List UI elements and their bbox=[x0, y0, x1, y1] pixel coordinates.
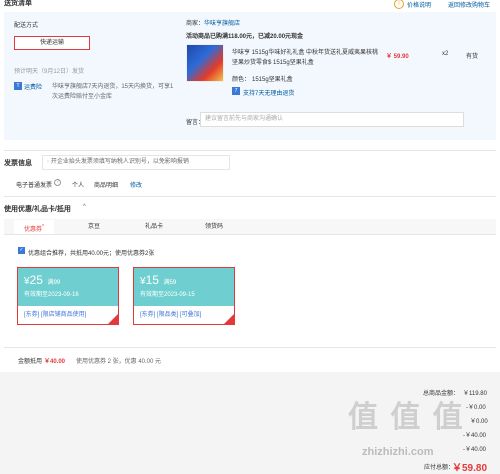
delivery-method-button[interactable]: 快递运输 bbox=[14, 36, 90, 50]
delivery-panel bbox=[4, 12, 180, 140]
color-label: 颜色： bbox=[232, 77, 251, 83]
product-price: ￥ 59.90 bbox=[386, 54, 409, 60]
divider bbox=[4, 196, 496, 197]
section-title-invoice: 发票信息 bbox=[4, 160, 32, 167]
tab-redeem-code[interactable]: 领货码 bbox=[194, 220, 234, 234]
tab-jingdou[interactable]: 京豆 bbox=[74, 220, 114, 234]
coupon-header: ¥25 满99 有效期至2023-09-16 bbox=[18, 268, 118, 306]
price-note-link[interactable]: 价格说明 bbox=[407, 0, 431, 9]
delivery-label: 配送方式 bbox=[14, 23, 39, 29]
order-note-input[interactable]: 建议留言前先与商家沟通确认 bbox=[200, 112, 464, 127]
combo-text: 优惠组合推荐，共抵用40.00元；使用优惠券2张 bbox=[28, 251, 155, 257]
combo-checkbox[interactable]: ✓ bbox=[18, 247, 25, 254]
used-amount-value: ￥40.00 bbox=[44, 359, 66, 365]
product-qty: x2 bbox=[442, 51, 449, 57]
product-name-link[interactable]: 华味亨 1515g华味好礼礼盒 中秋年货送礼夏威夷果核桃坚果炒货零食$ 1515… bbox=[232, 48, 380, 68]
invoice-personal: 个人 bbox=[72, 183, 85, 189]
stock-status: 有货 bbox=[466, 54, 479, 60]
tab-badge: * bbox=[42, 224, 44, 230]
bulb-icon: ◦ bbox=[47, 159, 50, 165]
shield-icon: T bbox=[14, 82, 22, 90]
help-icon[interactable]: ? bbox=[54, 179, 61, 186]
tab-coupon[interactable]: 优惠券* bbox=[14, 220, 54, 234]
coupon-validity: 有效期至2023-09-16 bbox=[24, 292, 79, 298]
return-support-icon: 7 bbox=[232, 87, 240, 95]
summary-line: -￥40.00 bbox=[463, 433, 487, 439]
freight-insurance-badge: 运费险 bbox=[24, 85, 43, 91]
seller-label: 商家： bbox=[186, 21, 205, 27]
section-title-coupons: 使用优惠/礼品卡/抵用 bbox=[4, 206, 71, 213]
pay-value: ￥59.80 bbox=[452, 463, 488, 474]
delivery-date: 预计明天（9月12日）发货 bbox=[14, 69, 85, 75]
info-icon: ! bbox=[394, 0, 404, 9]
summary-line: ￥0.00 bbox=[470, 419, 488, 425]
watermark-url: zhizhizhi.com bbox=[362, 446, 434, 458]
divider bbox=[4, 347, 496, 348]
pay-label: 应付总额： bbox=[424, 465, 455, 471]
tab-gift-card[interactable]: 礼品卡 bbox=[134, 220, 174, 234]
coupon-amount: 25 bbox=[29, 273, 43, 287]
selected-corner-icon bbox=[224, 314, 234, 324]
back-to-cart-link[interactable]: 返回修改购物车 bbox=[448, 0, 490, 9]
summary-line: -￥40.00 bbox=[463, 447, 487, 453]
invoice-edit-link[interactable]: 修改 bbox=[130, 180, 142, 189]
coupon-amount: 15 bbox=[145, 273, 159, 287]
section-title-delivery: 送货清单 bbox=[4, 0, 32, 7]
coupon-validity: 有效期至2023-09-15 bbox=[140, 292, 195, 298]
order-page: 送货清单 ! 价格说明 返回修改购物车 配送方式 快递运输 预计明天（9月12日… bbox=[0, 0, 500, 474]
used-amount-label: 金额抵用 bbox=[18, 359, 43, 365]
coupon-card[interactable]: ¥15 满59 有效期至2023-09-15 [东券] [限品类] [可叠加] bbox=[133, 267, 235, 325]
coupon-tags: [东券] [限品类] [可叠加] bbox=[140, 312, 202, 318]
product-image[interactable] bbox=[186, 44, 224, 82]
coupon-card[interactable]: ¥25 满99 有效期至2023-09-16 [东券] [限店铺商品使用] bbox=[17, 267, 119, 325]
divider bbox=[4, 150, 496, 151]
collapse-icon[interactable]: ^ bbox=[83, 204, 86, 210]
return-policy-text: 华味亨旗舰店7天内退货，15天内换货，可享1次运费险赔付至小金库 bbox=[52, 84, 174, 100]
invoice-tip-box: ◦ 开企业抬头发票须填写纳税人识别号，以免影响报销 bbox=[42, 155, 230, 170]
color-value: 1515g坚果礼盒 bbox=[252, 77, 293, 83]
coupon-header: ¥15 满59 有效期至2023-09-15 bbox=[134, 268, 234, 306]
return-support-text: 支持7天无理由退货 bbox=[243, 91, 295, 97]
invoice-detail: 商品明细 bbox=[94, 183, 119, 189]
invoice-type: 电子普通发票 bbox=[16, 183, 53, 189]
invoice-tip-text: 开企业抬头发票须填写纳税人识别号，以免影响报销 bbox=[50, 159, 189, 165]
watermark-logo: 值 值 值 bbox=[348, 401, 465, 434]
coupon-threshold: 满99 bbox=[47, 280, 61, 286]
total-value: ￥119.80 bbox=[463, 391, 487, 397]
coupon-tags: [东券] [限店铺商品使用] bbox=[24, 312, 87, 318]
used-amount-detail: 使用优惠券 2 张，优惠 40.00 元 bbox=[76, 359, 162, 365]
coupon-threshold: 满59 bbox=[163, 280, 177, 286]
promo-text: 活动商品已购满118.00元，已减20.00元现金 bbox=[186, 34, 304, 40]
summary-line: -￥0.00 bbox=[466, 405, 486, 411]
seller-name-link[interactable]: 华味亨旗舰店 bbox=[204, 18, 240, 27]
selected-corner-icon bbox=[108, 314, 118, 324]
